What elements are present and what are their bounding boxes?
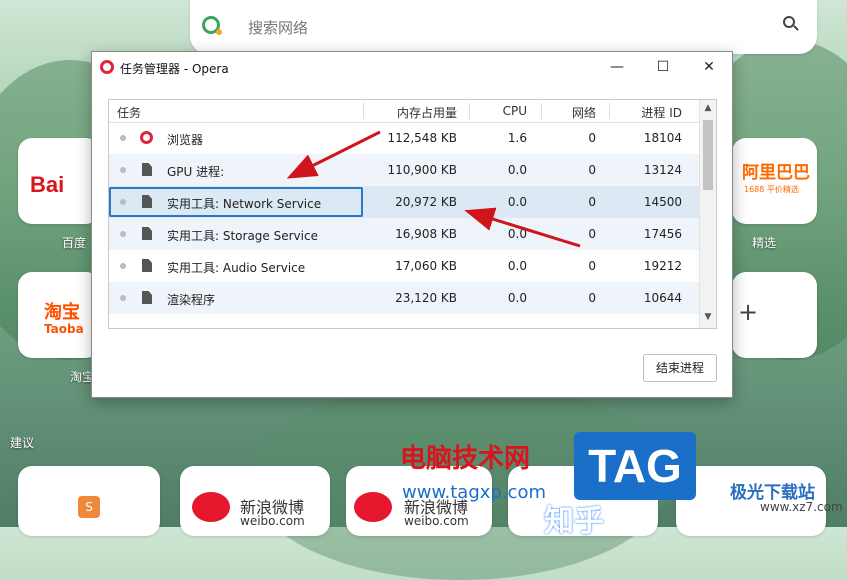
watermark-jiguang-url: www.xz7.com	[760, 500, 843, 514]
arrow-to-gpu-row	[286, 130, 381, 179]
arrow-to-network-row	[464, 207, 581, 248]
watermark-tag: TAG	[574, 432, 696, 500]
watermark-site-url: www.tagxp.com	[402, 482, 546, 503]
watermark-site-cn: 电脑技术网	[400, 444, 531, 474]
